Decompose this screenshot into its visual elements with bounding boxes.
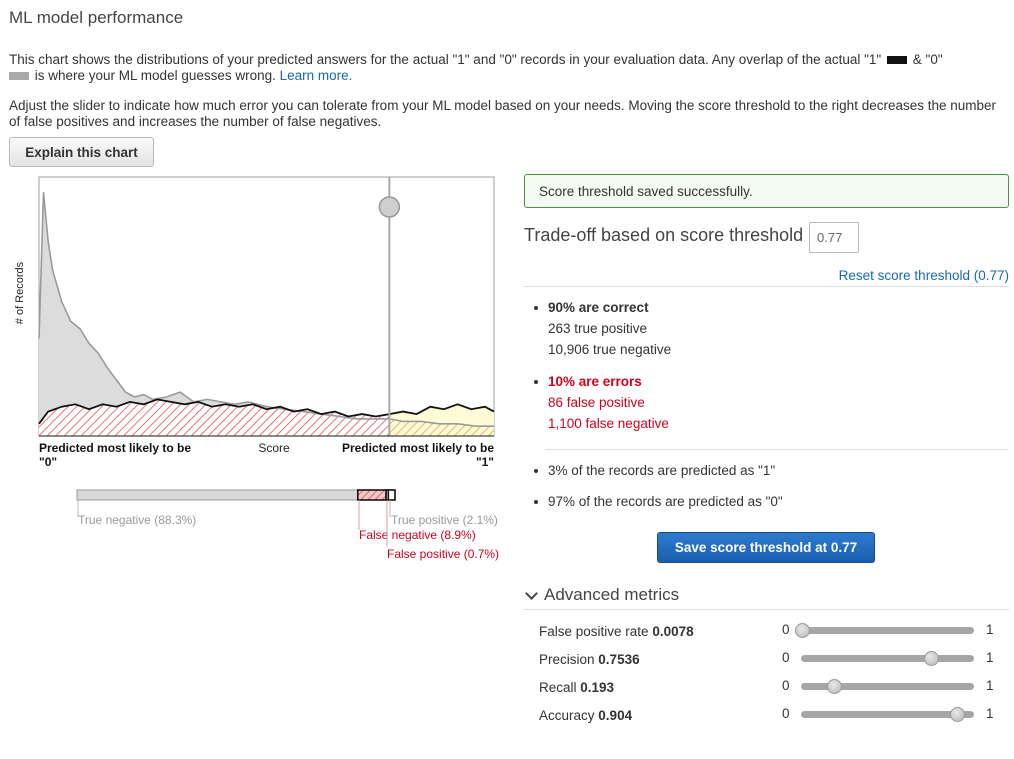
metric-slider-track (795, 623, 974, 638)
tradeoff-label: Trade-off based on score threshold (524, 225, 804, 245)
errors-title: 10% are errors (532, 371, 1002, 392)
true-positive-count: 263 true positive (548, 321, 648, 336)
x-right-label-line2: "1" (476, 455, 494, 469)
metric-max: 1 (986, 650, 994, 665)
chart-description: This chart shows the distributions of yo… (9, 52, 1005, 84)
distribution-bar (76, 489, 396, 501)
intro-text-1: This chart shows the distributions of yo… (9, 52, 882, 67)
metric-row: False positive rate 0.0078 0 1 (539, 622, 1009, 642)
stats-list: 90% are correct 263 true positive 10,906… (532, 297, 1002, 434)
reset-threshold-link[interactable]: Reset score threshold (0.77) (839, 268, 1009, 283)
metric-min: 0 (782, 622, 790, 637)
metric-label: Precision 0.7536 (539, 652, 640, 667)
false-negative-count: 1,100 false negative (548, 416, 669, 431)
false-negative-segment (356, 489, 387, 501)
page-title: ML model performance (9, 8, 184, 27)
true-positive-segment (387, 489, 396, 501)
actual-1-legend-chip (887, 56, 907, 65)
metric-row: Precision 0.7536 0 1 (539, 650, 1009, 670)
true-negative-count: 10,906 true negative (548, 342, 672, 357)
metric-label: Recall 0.193 (539, 680, 615, 695)
divider-advanced (524, 609, 1009, 610)
true-positive-label: True positive (2.1%) (391, 513, 498, 527)
x-left-label-line2: "0" (39, 455, 57, 469)
metric-label: False positive rate 0.0078 (539, 624, 694, 639)
metric-row: Recall 0.193 0 1 (539, 678, 1009, 698)
metric-max: 1 (986, 678, 994, 693)
false-negative-label: False negative (8.9%) (359, 528, 476, 542)
metric-slider-knob[interactable] (950, 707, 966, 722)
intro-text-2: is where your ML model guesses wrong. (34, 68, 276, 83)
metric-min: 0 (782, 706, 790, 721)
metric-slider-knob[interactable] (924, 651, 940, 666)
x-right-label-line1: Predicted most likely to be (342, 441, 494, 455)
true-negative-label: True negative (88.3%) (78, 513, 196, 527)
divider-mid (545, 449, 1008, 450)
advanced-metrics-toggle[interactable]: Advanced metrics (524, 585, 679, 605)
metric-max: 1 (986, 622, 994, 637)
save-threshold-button[interactable]: Save score threshold at 0.77 (657, 532, 875, 563)
distribution-labels: True negative (88.3%) False negative (8.… (77, 500, 499, 561)
predicted-1-share: 3% of the records are predicted as "1" (532, 460, 1002, 481)
prediction-share-list: 3% of the records are predicted as "1" 9… (532, 460, 1002, 512)
x-axis-label: Score (258, 441, 290, 455)
false-positive-count: 86 false positive (548, 395, 645, 410)
chevron-down-icon (525, 586, 538, 600)
metric-slider-track (801, 651, 974, 666)
predicted-0-share: 97% of the records are predicted as "0" (532, 491, 1002, 512)
adjust-description: Adjust the slider to indicate how much e… (9, 98, 997, 129)
metric-row: Accuracy 0.904 0 1 (539, 706, 1009, 726)
actual-0-legend-chip (9, 72, 29, 81)
learn-more-link[interactable]: Learn more. (280, 68, 353, 83)
divider-top (524, 286, 1009, 287)
score-threshold-input[interactable] (809, 222, 859, 253)
intro-amp: & "0" (912, 52, 943, 67)
metric-slider-knob[interactable] (827, 679, 843, 694)
false-positive-label: False positive (0.7%) (387, 547, 499, 561)
metric-max: 1 (986, 706, 994, 721)
metric-slider-knob[interactable] (795, 623, 811, 638)
metric-label: Accuracy 0.904 (539, 708, 633, 723)
true-negative-segment (76, 489, 359, 501)
success-alert: Score threshold saved successfully. (524, 174, 1009, 208)
threshold-handle[interactable] (378, 196, 401, 218)
metric-min: 0 (782, 678, 790, 693)
correct-title: 90% are correct (532, 297, 1002, 318)
metric-min: 0 (782, 650, 790, 665)
metric-slider-track (801, 679, 974, 694)
advanced-metrics-title: Advanced metrics (544, 585, 680, 604)
y-axis-label: # of Records (14, 261, 26, 324)
metric-slider-track (801, 707, 974, 722)
x-left-label-line1: Predicted most likely to be (39, 441, 191, 455)
score-distribution-chart: # of Records Predicted most likely to be… (14, 176, 499, 561)
